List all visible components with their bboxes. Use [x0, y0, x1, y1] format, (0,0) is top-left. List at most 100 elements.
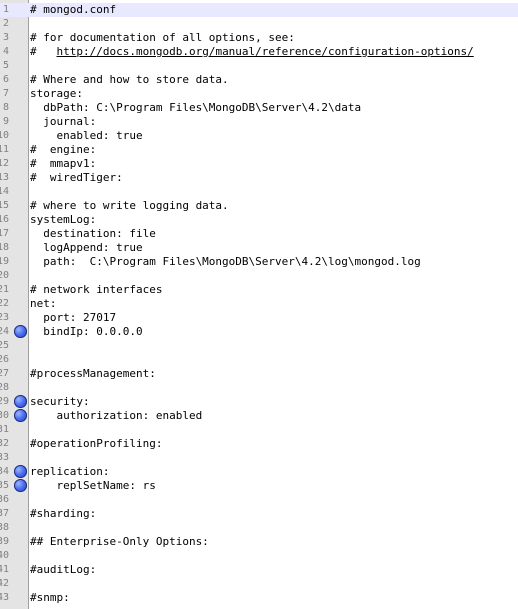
documentation-link[interactable]: http://docs.mongodb.org/manual/reference…	[57, 45, 474, 58]
line-number: 4	[2, 46, 9, 57]
code-text: # mmapv1:	[30, 157, 97, 170]
code-line[interactable]: 37 #sharding:	[0, 507, 518, 521]
code-line[interactable]: 31	[0, 423, 518, 437]
line-text: # mmapv1:	[30, 157, 96, 171]
code-line[interactable]: 38	[0, 521, 518, 535]
code-text: # where to write logging data.	[30, 199, 229, 212]
line-number: 22	[0, 298, 9, 309]
line-number: 30	[0, 410, 9, 421]
line-number: 41	[0, 564, 9, 575]
line-number: 42	[0, 578, 9, 589]
code-line[interactable]: 12 # mmapv1:	[0, 157, 518, 171]
code-line[interactable]: 34 replication:	[0, 465, 518, 479]
code-line[interactable]: 24 bindIp: 0.0.0.0	[0, 325, 518, 339]
text-editor[interactable]: 1 # mongod.conf 2 3 # for documentation of a…	[0, 0, 518, 609]
line-number: 2	[2, 18, 9, 29]
code-line[interactable]: 20	[0, 269, 518, 283]
line-number: 26	[0, 354, 9, 365]
code-line[interactable]: 6 # Where and how to store data.	[0, 73, 518, 87]
line-number: 12	[0, 158, 9, 169]
line-number: 5	[2, 60, 9, 71]
line-number: 27	[0, 368, 9, 379]
code-line[interactable]: 14	[0, 185, 518, 199]
code-line[interactable]: 13 # wiredTiger:	[0, 171, 518, 185]
line-text: replSetName: rs	[30, 479, 155, 493]
bookmark-icon[interactable]	[14, 395, 27, 408]
line-text: net:	[30, 297, 57, 311]
code-line[interactable]: 9 journal:	[0, 115, 518, 129]
line-text: port: 27017	[30, 311, 116, 325]
code-line[interactable]: 11 # engine:	[0, 143, 518, 157]
bookmark-icon[interactable]	[14, 409, 27, 422]
code-line[interactable]: 15 # where to write logging data.	[0, 199, 518, 213]
line-number: 3	[2, 32, 9, 43]
line-number: 37	[0, 508, 9, 519]
line-text: #sharding:	[30, 507, 96, 521]
code-line[interactable]: 19 path: C:\Program Files\MongoDB\Server…	[0, 255, 518, 269]
code-line[interactable]: 10 enabled: true	[0, 129, 518, 143]
line-number: 33	[0, 452, 9, 463]
code-line[interactable]: 3 # for documentation of all options, see…	[0, 31, 518, 45]
line-text: authorization: enabled	[30, 409, 202, 423]
bookmark-icon[interactable]	[14, 325, 27, 338]
code-line[interactable]: 8 dbPath: C:\Program Files\MongoDB\Serve…	[0, 101, 518, 115]
code-line[interactable]: 5	[0, 59, 518, 73]
code-line[interactable]: 43 #snmp:	[0, 591, 518, 605]
code-text: bindIp: 0.0.0.0	[30, 325, 143, 338]
line-number: 10	[0, 130, 9, 141]
code-line[interactable]: 29 security:	[0, 395, 518, 409]
code-text: # Where and how to store data.	[30, 73, 229, 86]
line-number: 11	[0, 144, 9, 155]
line-number: 32	[0, 438, 9, 449]
code-line[interactable]: 16 systemLog:	[0, 213, 518, 227]
line-number: 25	[0, 340, 9, 351]
code-line[interactable]: 4 # http://docs.mongodb.org/manual/refere…	[0, 45, 518, 59]
code-text: #sharding:	[30, 507, 97, 520]
code-line[interactable]: 39 ## Enterprise-Only Options:	[0, 535, 518, 549]
code-text: # mongod.conf	[30, 3, 117, 16]
line-number: 38	[0, 522, 9, 533]
code-line[interactable]: 18 logAppend: true	[0, 241, 518, 255]
code-text: # wiredTiger:	[30, 171, 123, 184]
code-line[interactable]: 40	[0, 549, 518, 563]
code-line[interactable]: 21 # network interfaces	[0, 283, 518, 297]
code-line[interactable]: 36	[0, 493, 518, 507]
code-text: #processManagement:	[30, 367, 156, 380]
code-line[interactable]: 41 #auditLog:	[0, 563, 518, 577]
code-line[interactable]: 32 #operationProfiling:	[0, 437, 518, 451]
code-text: journal:	[30, 115, 97, 128]
code-line[interactable]: 7 storage:	[0, 87, 518, 101]
code-line[interactable]: 42	[0, 577, 518, 591]
line-text: # engine:	[30, 143, 96, 157]
code-lines[interactable]: 1 # mongod.conf 2 3 # for documentation of a…	[0, 3, 518, 605]
line-number: 36	[0, 494, 9, 505]
code-line[interactable]: 30 authorization: enabled	[0, 409, 518, 423]
code-line[interactable]: 28	[0, 381, 518, 395]
code-text: # for documentation of all options, see:	[30, 31, 295, 44]
code-line[interactable]: 27 #processManagement:	[0, 367, 518, 381]
line-number: 13	[0, 172, 9, 183]
code-line[interactable]: 26	[0, 353, 518, 367]
code-text: logAppend: true	[30, 241, 143, 254]
line-text: destination: file	[30, 227, 156, 241]
code-text: dbPath: C:\Program Files\MongoDB\Server\…	[30, 101, 362, 114]
code-line[interactable]: 1 # mongod.conf	[0, 3, 518, 17]
code-text: #snmp:	[30, 591, 70, 604]
code-text: # network interfaces	[30, 283, 163, 296]
code-line[interactable]: 33	[0, 451, 518, 465]
line-text: ## Enterprise-Only Options:	[30, 535, 209, 549]
line-text: #auditLog:	[30, 563, 96, 577]
code-line[interactable]: 25	[0, 339, 518, 353]
code-line[interactable]: 23 port: 27017	[0, 311, 518, 325]
bookmark-icon[interactable]	[14, 465, 27, 478]
line-text: # Where and how to store data.	[30, 73, 229, 87]
code-line[interactable]: 17 destination: file	[0, 227, 518, 241]
code-text: security:	[30, 395, 90, 408]
code-line[interactable]: 2	[0, 17, 518, 31]
line-text: enabled: true	[30, 129, 142, 143]
line-text: # where to write logging data.	[30, 199, 229, 213]
code-line[interactable]: 35 replSetName: rs	[0, 479, 518, 493]
bookmark-icon[interactable]	[14, 479, 27, 492]
code-line[interactable]: 22 net:	[0, 297, 518, 311]
line-number: 24	[0, 326, 9, 337]
